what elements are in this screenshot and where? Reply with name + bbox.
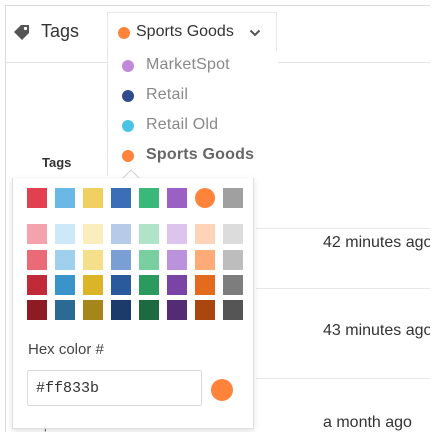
color-swatch[interactable] xyxy=(111,275,131,295)
color-swatch[interactable] xyxy=(167,224,187,244)
menu-item-label: Retail xyxy=(146,86,189,103)
page-title: Tags xyxy=(41,21,80,41)
color-swatch[interactable] xyxy=(27,188,47,208)
color-swatch[interactable] xyxy=(27,300,47,320)
menu-item-retail-old[interactable]: Retail Old xyxy=(108,111,278,141)
color-swatch[interactable] xyxy=(27,275,47,295)
color-swatch[interactable] xyxy=(55,275,75,295)
color-swatch[interactable] xyxy=(167,188,187,208)
row-divider xyxy=(256,288,430,289)
color-swatch[interactable] xyxy=(139,275,159,295)
color-swatch[interactable] xyxy=(83,188,103,208)
hex-color-input[interactable] xyxy=(27,370,202,406)
color-swatch[interactable] xyxy=(83,300,103,320)
color-swatch[interactable] xyxy=(195,188,215,208)
tag-icon xyxy=(14,25,29,40)
color-swatch[interactable] xyxy=(195,275,215,295)
color-swatch[interactable] xyxy=(195,250,215,270)
color-swatch[interactable] xyxy=(139,224,159,244)
color-swatch[interactable] xyxy=(139,250,159,270)
menu-item-retail[interactable]: Retail xyxy=(108,81,278,111)
menu-item-marketspot[interactable]: MarketSpot xyxy=(108,51,278,81)
tag-color-dot xyxy=(122,90,134,102)
menu-item-label: MarketSpot xyxy=(146,56,230,73)
color-swatch[interactable] xyxy=(223,188,243,208)
color-swatch[interactable] xyxy=(139,300,159,320)
tag-color-dot[interactable] xyxy=(122,150,134,162)
hex-color-label: Hex color # xyxy=(28,341,104,358)
tag-color-dot xyxy=(122,60,134,72)
tag-color-dot xyxy=(122,120,134,132)
row-divider xyxy=(256,378,430,379)
color-swatch[interactable] xyxy=(195,300,215,320)
row-time: a month ago xyxy=(323,414,412,431)
column-header-tags: Tags xyxy=(42,155,72,170)
menu-item-label: Sports Goods xyxy=(146,146,255,163)
color-swatch[interactable] xyxy=(139,188,159,208)
color-swatch[interactable] xyxy=(27,250,47,270)
color-swatch[interactable] xyxy=(55,300,75,320)
color-swatch[interactable] xyxy=(83,275,103,295)
color-swatch[interactable] xyxy=(83,250,103,270)
color-swatch[interactable] xyxy=(55,250,75,270)
color-swatch[interactable] xyxy=(223,300,243,320)
color-swatch[interactable] xyxy=(223,224,243,244)
color-swatch[interactable] xyxy=(111,188,131,208)
row-time: 43 minutes ago xyxy=(323,322,430,339)
color-swatch[interactable] xyxy=(167,300,187,320)
color-preview-swatch xyxy=(211,379,233,401)
color-swatch[interactable] xyxy=(111,250,131,270)
color-swatch[interactable] xyxy=(27,224,47,244)
chevron-down-icon[interactable] xyxy=(249,29,261,37)
tag-color-dot xyxy=(118,27,130,39)
tag-menu: MarketSpot Retail Retail Old Sports Good… xyxy=(107,51,278,176)
color-swatch[interactable] xyxy=(83,224,103,244)
tag-dropdown-label: Sports Goods xyxy=(136,23,234,40)
tag-dropdown[interactable]: Sports Goods xyxy=(107,12,277,52)
color-swatch[interactable] xyxy=(223,250,243,270)
menu-item-sports-goods[interactable]: Sports Goods xyxy=(108,141,278,171)
row-time: 42 minutes ago xyxy=(323,234,430,251)
color-swatch[interactable] xyxy=(55,188,75,208)
color-swatch[interactable] xyxy=(167,250,187,270)
color-swatch[interactable] xyxy=(111,224,131,244)
color-picker: Hex color # xyxy=(12,178,254,429)
color-swatch[interactable] xyxy=(195,224,215,244)
color-swatch[interactable] xyxy=(167,275,187,295)
app-frame: Tags Sports Goods MarketSpot Retail Reta… xyxy=(5,5,430,432)
color-swatch[interactable] xyxy=(223,275,243,295)
color-swatch[interactable] xyxy=(111,300,131,320)
row-divider xyxy=(256,228,430,229)
menu-item-label: Retail Old xyxy=(146,116,219,133)
color-swatch[interactable] xyxy=(55,224,75,244)
